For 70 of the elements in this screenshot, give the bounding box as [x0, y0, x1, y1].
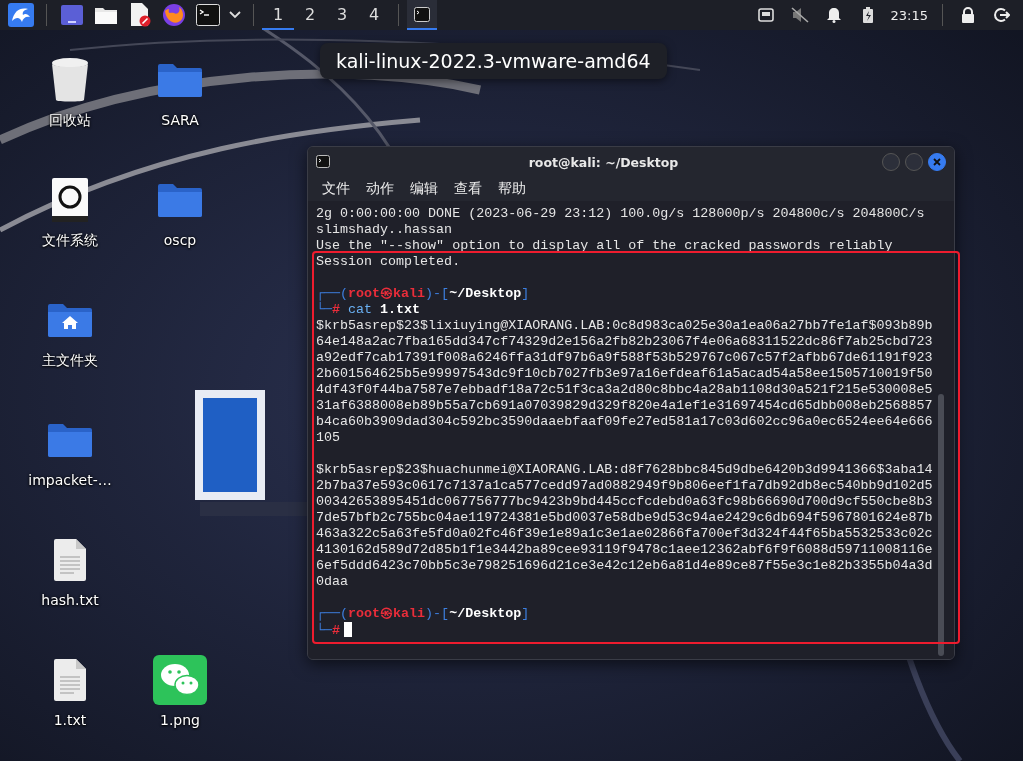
network-icon[interactable] — [757, 8, 774, 22]
terminal-icon — [414, 6, 430, 22]
dragon-logo-icon[interactable] — [8, 3, 34, 27]
menu-item[interactable]: 查看 — [446, 180, 490, 198]
terminal-output-line: 7de57bfb2c755bc04ae119724381e5bd0037e58dbe9d53c94ae2429c6db694f5967801624e87b — [316, 510, 934, 526]
prompt-line: ┌──(root㉿kali)-[~/Desktop] — [316, 286, 531, 302]
terminal-icon — [316, 154, 330, 168]
prompt-line: ┌──(root㉿kali)-[~/Desktop] — [316, 606, 531, 622]
terminal-output-line: 64e148a2ac7fba165dd347cf74329d2e156a2fb82b23067f4e06a68311522dc86f7ab25cbd723 — [316, 334, 934, 350]
terminal-output-line: 2b601564625b5e99997543dc9f10cb7027fb3e97a16efdeaf61a5acad54a58ee1505710019f50 — [316, 366, 934, 382]
window-icon[interactable] — [61, 5, 83, 25]
scrollbar-thumb[interactable] — [938, 394, 944, 656]
folder-icon — [48, 423, 92, 457]
menu-item[interactable]: 编辑 — [402, 180, 446, 198]
close-icon — [933, 158, 941, 166]
bell-icon[interactable] — [826, 7, 841, 23]
icon-label[interactable]: impacket-… — [28, 472, 112, 488]
chat-bubbles-icon — [153, 655, 207, 705]
terminal-output-line: Use the "--show" option to display all of the cracked passwords reliably — [316, 238, 894, 254]
terminal-output-line: Session completed. — [316, 254, 462, 270]
terminal-output-line: 4130162d589d72d85b1f1e3442ba89cee93119f9478c1aee12362abf6f9f6088d59711008116e — [316, 542, 934, 558]
text-file-icon — [54, 539, 86, 581]
window-title: root@kali: ~/Desktop — [527, 154, 680, 170]
terminal-output-line: 4df43f0f44ba7587e7ebbadf18a72c51f3ca3a2d80c8bbc4a28ab1108d30a521f215e530008e5 — [316, 382, 934, 398]
terminal-output-line: slimshady..hassan — [316, 222, 454, 238]
icon-label[interactable]: 主文件夹 — [42, 352, 98, 370]
text-file-icon — [54, 659, 86, 701]
tooltip: kali-linux-2022.3-vmware-amd64 — [320, 43, 667, 79]
terminal-output-line: 105 — [316, 430, 342, 446]
terminal-output-line: 0daa — [316, 574, 350, 590]
document-icon[interactable] — [129, 3, 151, 27]
logout-icon[interactable] — [994, 7, 1010, 23]
battery-charging-icon[interactable] — [862, 7, 873, 23]
folder-icon — [158, 183, 202, 217]
trash-bin-icon — [50, 57, 90, 103]
lock-icon[interactable] — [961, 7, 975, 23]
terminal-output-line: $krb5asrep$23$huachunmei@XIAORANG.LAB:d8f7628bbc845d9dbe6420b3d9941366$3aba14 — [316, 462, 934, 478]
menu-item[interactable]: 文件 — [314, 180, 358, 198]
folder-icon[interactable] — [94, 5, 118, 25]
close-button[interactable] — [928, 153, 946, 171]
terminal-output-line: 6ef5ddd6423c70bb5c3e798251696d21ce3e42c12eb6a81d4e89ce87f55e3c1e82b3355b04a3d — [316, 558, 934, 574]
terminal-output-line: 463a322c5a63fe5fd0a02fc46f39e1e89a1c3e1ae02866fa700ef3d324f44f65ba5532533c02c — [316, 526, 934, 542]
terminal-output-line: $krb5asrep$23$lixiuying@XIAORANG.LAB:0c8d983ca025e30a1ea06a27bb7fe1af$093b89b — [316, 318, 934, 334]
icon-label[interactable]: hash.txt — [41, 592, 99, 608]
command-line: └─# cat 1.txt — [316, 302, 422, 318]
icon-label[interactable]: 1.txt — [53, 712, 87, 728]
terminal-icon[interactable] — [196, 4, 220, 26]
workspace-tab[interactable]: 2 — [294, 0, 326, 30]
terminal-output-line: 2g 0:00:00:00 DONE (2023-06-29 23:12) 100.0g/s 128000p/s 204800c/s 204800C/s — [316, 206, 926, 222]
globe-flame-icon[interactable] — [162, 3, 186, 27]
clock[interactable]: 23:15 — [890, 7, 928, 23]
icon-label[interactable]: 1.png — [160, 712, 200, 728]
workspace-tab[interactable]: 4 — [358, 0, 390, 30]
icon-label[interactable]: oscp — [163, 232, 197, 248]
terminal-output-line: a92edf7cab17391f008a6246ffa31df97b6a9f588f53b529767c067c57f2afbb67de61191f923 — [316, 350, 934, 366]
speaker-muted-icon[interactable] — [790, 7, 809, 23]
icon-label[interactable]: SARA — [161, 112, 199, 128]
hard-drive-icon — [52, 178, 88, 222]
chevron-down-icon[interactable] — [229, 11, 241, 19]
menu-item[interactable]: 动作 — [358, 180, 402, 198]
workspace-tab[interactable]: 3 — [326, 0, 358, 30]
terminal-output-line: 31af6388008eb89b55a7cb691a07039829d329f820e4a1ef1e31697454cd65dbb008eb2568857 — [316, 398, 934, 414]
terminal-output-line: 2b7ba37e593c0617c7137a1ca577cedd97ad0882949f9b806eef1fa7db92db8ec540bb9d102d5 — [316, 478, 934, 494]
terminal-output-line: 00342653895451dc067756777bc9423b9bd445ccfcdebd0a63fc98b66690d700d9cf550cbe8b3 — [316, 494, 934, 510]
menu-item[interactable]: 帮助 — [490, 180, 534, 198]
folder-icon — [158, 63, 202, 97]
icon-label[interactable]: 文件系统 — [42, 232, 98, 250]
terminal-task-button[interactable] — [407, 0, 437, 30]
home-folder-icon — [48, 303, 92, 337]
terminal-output-line: b4ca60b3909dad304c592bc3590daaebfaaf09fe27ed581a17c03d602cc96a0ec6524ee64e666 — [316, 414, 934, 430]
